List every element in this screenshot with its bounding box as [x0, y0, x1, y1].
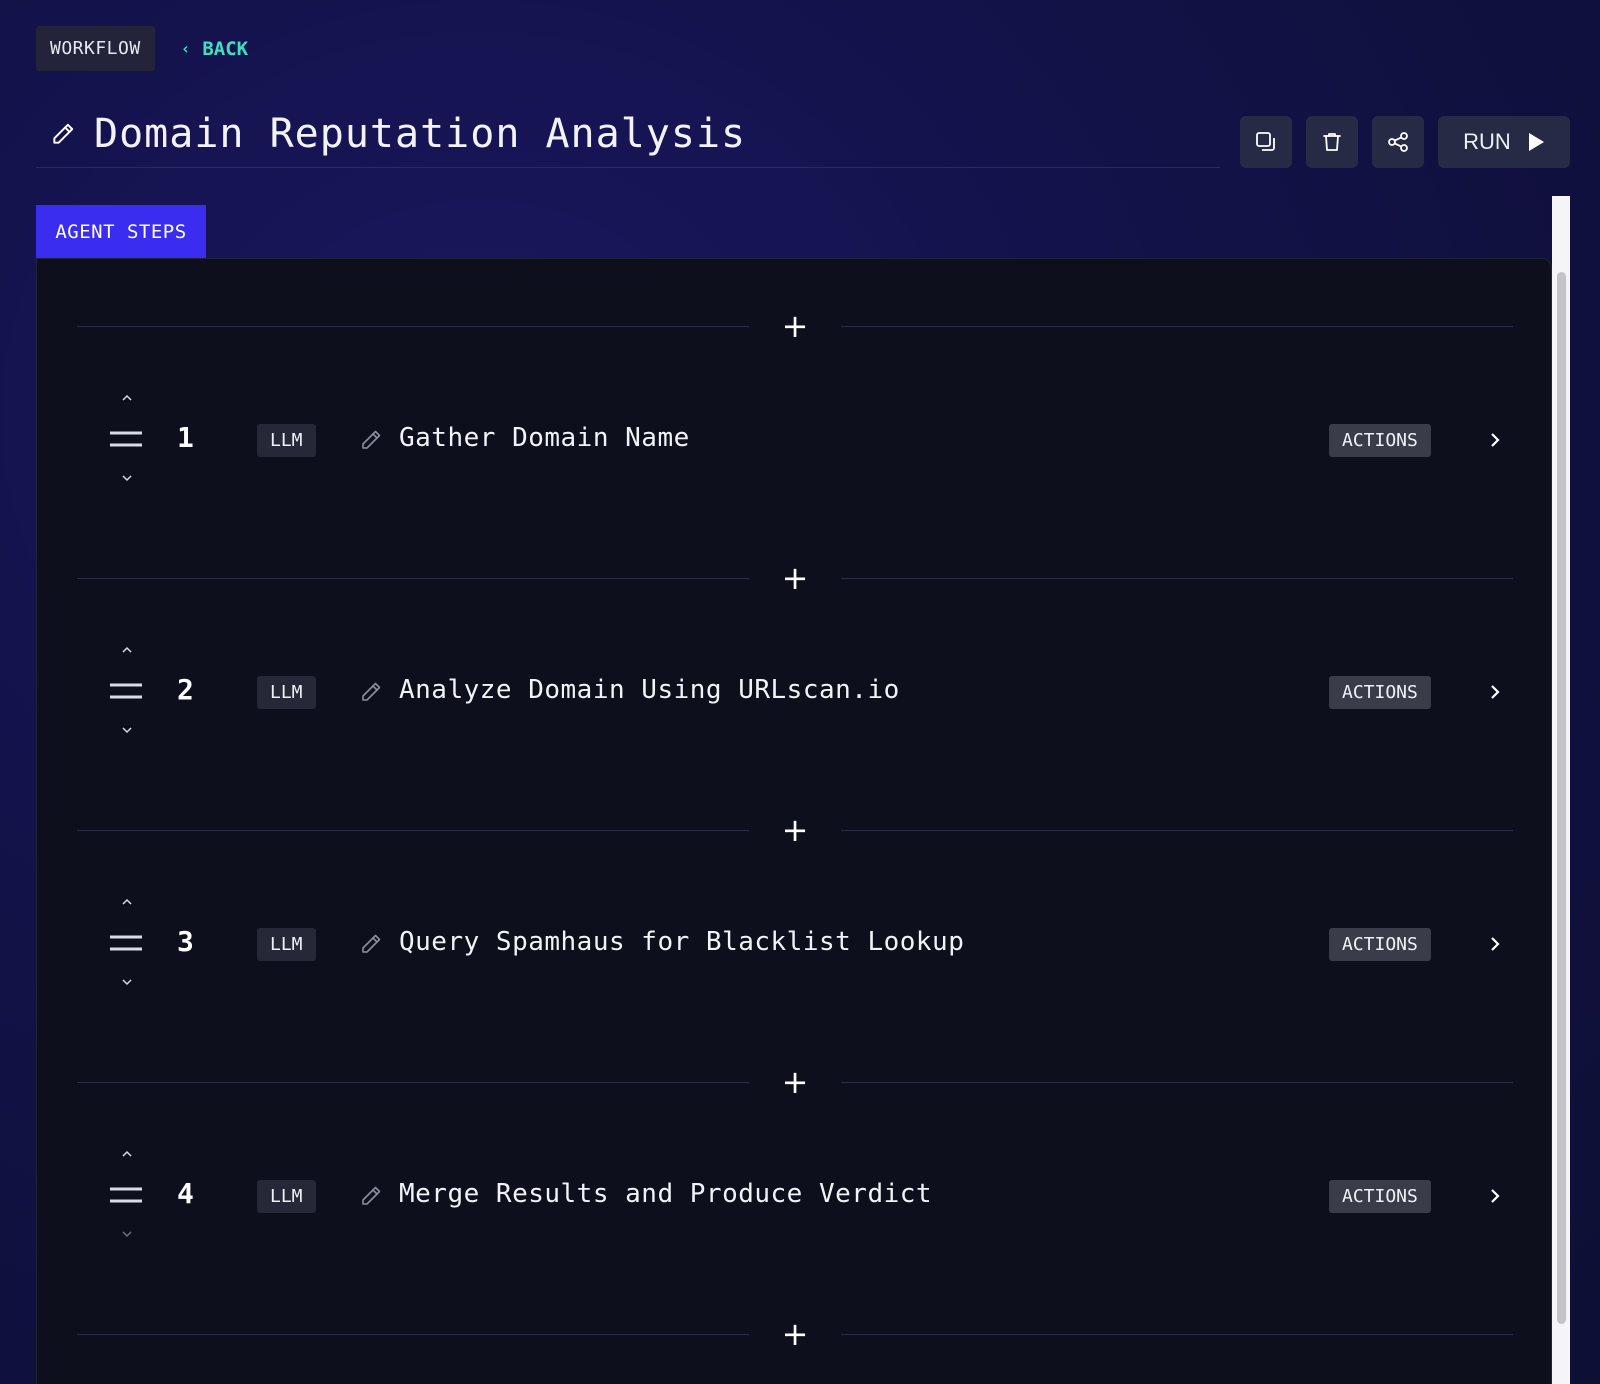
actions-button[interactable]: ACTIONS [1329, 1180, 1431, 1213]
workflow-page: WORKFLOW ‹ BACK Domain Reputation Analys… [0, 0, 1600, 1384]
share-icon [1388, 132, 1408, 152]
chevron-up-icon[interactable] [119, 391, 135, 405]
add-step-button[interactable]: + [775, 1315, 815, 1353]
step-type-badge: LLM [257, 424, 316, 457]
step-row: 4 LLM Merge Results and Produce Verdict … [77, 1141, 1513, 1261]
divider-line [841, 326, 1513, 327]
tab-agent-steps[interactable]: AGENT STEPS [36, 205, 206, 259]
trash-icon [1323, 133, 1341, 151]
step-label[interactable]: Merge Results and Produce Verdict [399, 1179, 932, 1209]
add-step-button[interactable]: + [775, 559, 815, 597]
actions-button[interactable]: ACTIONS [1329, 424, 1431, 457]
step-type-badge: LLM [257, 928, 316, 961]
insert-divider: + [77, 559, 1513, 597]
breadcrumb: WORKFLOW ‹ BACK [36, 26, 248, 71]
chevron-right-icon[interactable] [1485, 429, 1505, 451]
step-mover [109, 889, 143, 1009]
step-type-badge: LLM [257, 676, 316, 709]
steps-panel: + 1 LLM Gather Domain Name ACTIONS + 2 L… [36, 258, 1552, 1384]
edit-pencil-icon[interactable] [359, 680, 383, 704]
breadcrumb-workflow[interactable]: WORKFLOW [36, 26, 155, 71]
add-step-button[interactable]: + [775, 307, 815, 345]
delete-button[interactable] [1306, 116, 1358, 168]
back-label: BACK [202, 37, 249, 60]
toolbar: RUN [1240, 116, 1570, 168]
divider-line [841, 830, 1513, 831]
step-type-badge: LLM [257, 1180, 316, 1213]
chevron-up-icon[interactable] [119, 895, 135, 909]
divider-line [77, 326, 749, 327]
share-button[interactable] [1372, 116, 1424, 168]
play-icon [1528, 133, 1544, 151]
duplicate-button[interactable] [1240, 116, 1292, 168]
chevron-up-icon[interactable] [119, 1147, 135, 1161]
divider-line [841, 1334, 1513, 1335]
chevron-right-icon[interactable] [1485, 933, 1505, 955]
edit-pencil-icon[interactable] [359, 428, 383, 452]
step-mover [109, 1141, 143, 1261]
divider-line [77, 1334, 749, 1335]
divider-line [77, 830, 749, 831]
back-link[interactable]: ‹ BACK [181, 38, 248, 60]
insert-divider: + [77, 1315, 1513, 1353]
scrollbar-thumb[interactable] [1557, 272, 1566, 1324]
step-number: 4 [177, 1177, 194, 1210]
drag-handle-icon[interactable] [109, 429, 143, 449]
chevron-right-icon[interactable] [1485, 1185, 1505, 1207]
drag-handle-icon[interactable] [109, 1185, 143, 1205]
add-step-button[interactable]: + [775, 1063, 815, 1101]
insert-divider: + [77, 811, 1513, 849]
edit-pencil-icon[interactable] [359, 932, 383, 956]
edit-pencil-icon[interactable] [359, 1184, 383, 1208]
insert-divider: + [77, 1063, 1513, 1101]
chevron-right-icon[interactable] [1485, 681, 1505, 703]
divider-line [77, 1082, 749, 1083]
step-number: 2 [177, 673, 194, 706]
actions-button[interactable]: ACTIONS [1329, 676, 1431, 709]
step-number: 3 [177, 925, 194, 958]
drag-handle-icon[interactable] [109, 681, 143, 701]
drag-handle-icon[interactable] [109, 933, 143, 953]
run-button[interactable]: RUN [1438, 116, 1570, 168]
chevron-down-icon[interactable] [119, 975, 135, 989]
run-label: RUN [1463, 129, 1511, 154]
chevron-down-icon[interactable] [119, 471, 135, 485]
chevron-down-icon[interactable] [119, 1227, 135, 1241]
page-title[interactable]: Domain Reputation Analysis [94, 111, 746, 157]
edit-pencil-icon[interactable] [50, 121, 76, 147]
step-row: 1 LLM Gather Domain Name ACTIONS [77, 385, 1513, 505]
add-step-button[interactable]: + [775, 811, 815, 849]
divider-line [841, 578, 1513, 579]
step-number: 1 [177, 421, 194, 454]
chevron-left-icon: ‹ [180, 39, 191, 58]
step-label[interactable]: Analyze Domain Using URLscan.io [399, 675, 900, 705]
insert-divider: + [77, 307, 1513, 345]
chevron-down-icon[interactable] [119, 723, 135, 737]
chevron-up-icon[interactable] [119, 643, 135, 657]
duplicate-icon [1256, 132, 1275, 151]
step-label[interactable]: Gather Domain Name [399, 423, 690, 453]
step-label[interactable]: Query Spamhaus for Blacklist Lookup [399, 927, 964, 957]
title-row: Domain Reputation Analysis [36, 100, 1220, 168]
step-mover [109, 637, 143, 757]
step-row: 3 LLM Query Spamhaus for Blacklist Looku… [77, 889, 1513, 1009]
step-row: 2 LLM Analyze Domain Using URLscan.io AC… [77, 637, 1513, 757]
step-mover [109, 385, 143, 505]
divider-line [77, 578, 749, 579]
divider-line [841, 1082, 1513, 1083]
actions-button[interactable]: ACTIONS [1329, 928, 1431, 961]
